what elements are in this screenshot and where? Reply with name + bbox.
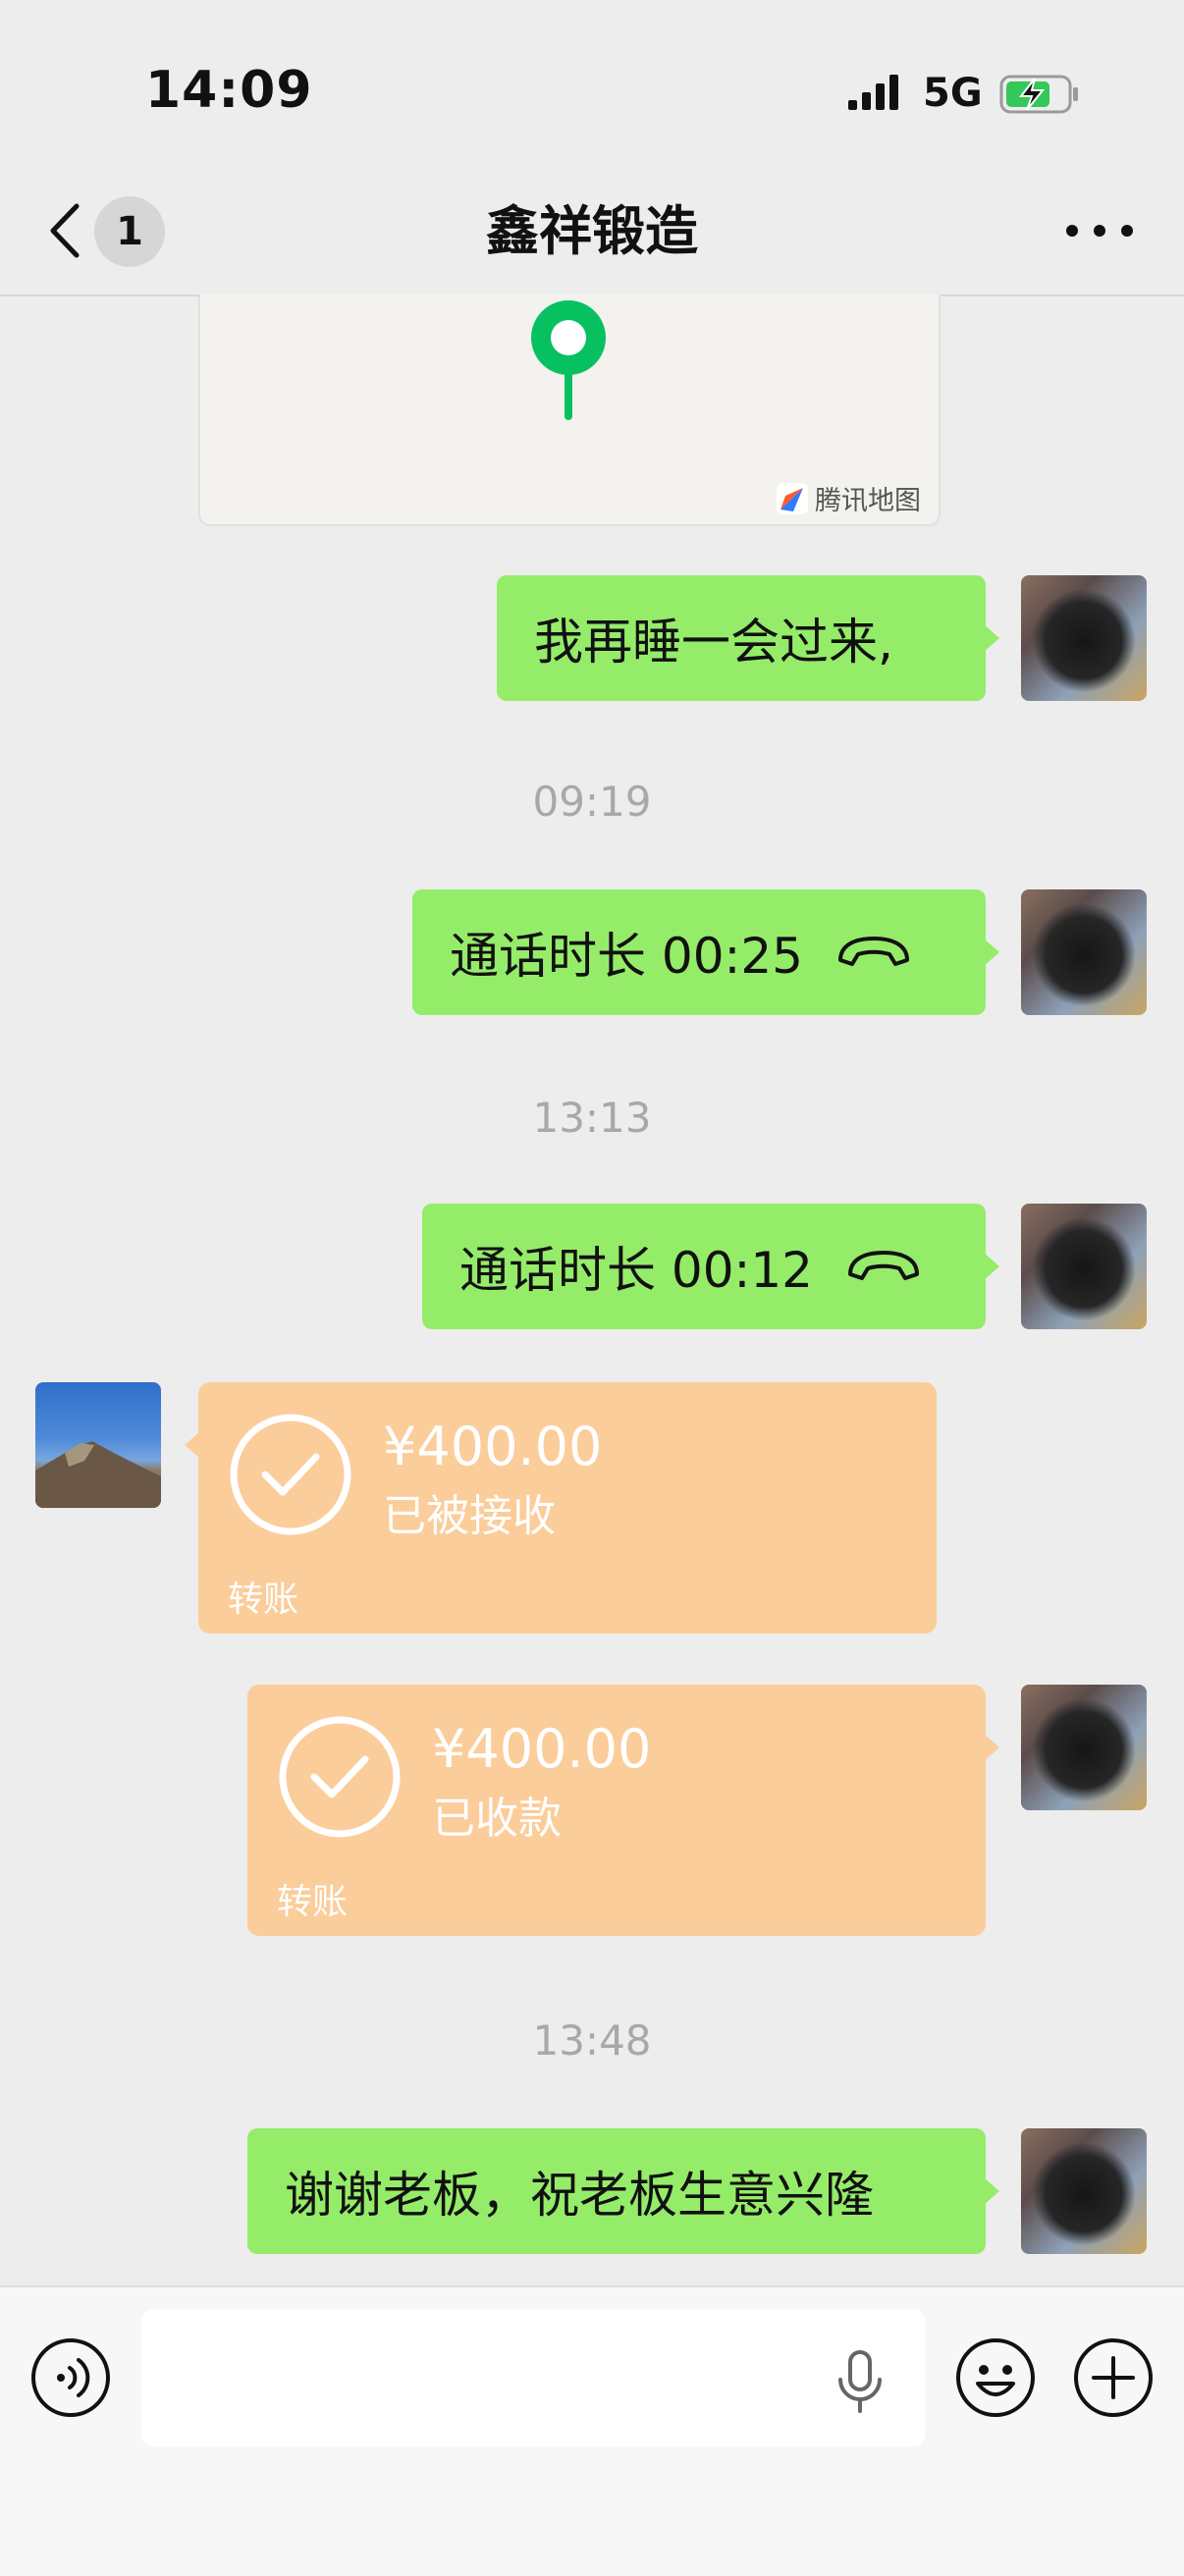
check-circle-icon <box>230 1414 351 1535</box>
message-text: 谢谢老板，祝老板生意兴隆 <box>285 2167 874 2224</box>
network-label: 5G <box>923 71 983 116</box>
check-circle-icon <box>279 1716 401 1838</box>
smiley-icon <box>956 2338 1035 2417</box>
tencent-map-logo-icon <box>777 482 808 514</box>
more-options-button[interactable] <box>1060 206 1139 255</box>
transfer-card[interactable]: ¥400.00 已收款 转账 <box>247 1685 999 1936</box>
plus-icon <box>1074 2338 1153 2417</box>
transfer-card[interactable]: ¥400.00 已被接收 转账 <box>185 1382 937 1634</box>
timestamp: 09:19 <box>532 778 652 826</box>
battery-icon <box>999 75 1078 114</box>
voice-wave-icon <box>31 2338 110 2417</box>
contact-avatar[interactable] <box>35 1382 161 1508</box>
my-avatar[interactable] <box>1021 1204 1147 1329</box>
status-time: 14:09 <box>145 61 313 120</box>
my-avatar[interactable] <box>1021 575 1147 701</box>
nav-bar <box>0 187 1184 296</box>
transfer-amount: ¥400.00 <box>383 1416 603 1477</box>
transfer-label: 转账 <box>228 1580 299 1620</box>
map-attribution: 腾讯地图 <box>776 479 921 517</box>
call-duration-text: 通话时长 00:25 <box>450 928 803 985</box>
map-attribution-text: 腾讯地图 <box>815 486 921 516</box>
my-avatar[interactable] <box>1021 889 1147 1015</box>
my-avatar[interactable] <box>1021 1685 1147 1810</box>
signal-icon <box>848 75 898 110</box>
phone-hangup-icon <box>848 1251 919 1280</box>
transfer-label: 转账 <box>277 1882 349 1922</box>
transfer-amount: ¥400.00 <box>432 1718 652 1780</box>
timestamp: 13:13 <box>532 1094 652 1142</box>
mountain-photo <box>35 1441 161 1508</box>
unread-count-badge[interactable]: 1 <box>94 196 165 267</box>
map-pin-icon <box>531 300 606 420</box>
transfer-status: 已被接收 <box>383 1491 556 1541</box>
message-bubble[interactable]: 我再睡一会过来, <box>497 575 999 701</box>
message-text: 我再睡一会过来, <box>534 614 893 671</box>
chevron-left-icon <box>50 203 80 258</box>
call-record-bubble[interactable]: 通话时长 00:25 <box>412 889 999 1015</box>
call-duration-text: 通话时长 00:12 <box>459 1242 813 1299</box>
transfer-status: 已收款 <box>432 1794 562 1844</box>
timestamp: 13:48 <box>532 2016 652 2065</box>
message-bubble[interactable]: 谢谢老板，祝老板生意兴隆 <box>247 2128 999 2254</box>
voice-input-button[interactable] <box>29 2336 112 2419</box>
more-dots-icon <box>1066 225 1133 237</box>
emoji-button[interactable] <box>954 2336 1037 2419</box>
phone-hangup-icon <box>838 937 909 966</box>
message-input[interactable] <box>141 2309 925 2446</box>
my-avatar[interactable] <box>1021 2128 1147 2254</box>
call-record-bubble[interactable]: 通话时长 00:12 <box>422 1204 999 1329</box>
more-functions-button[interactable] <box>1072 2336 1155 2419</box>
microphone-icon[interactable] <box>831 2348 889 2417</box>
